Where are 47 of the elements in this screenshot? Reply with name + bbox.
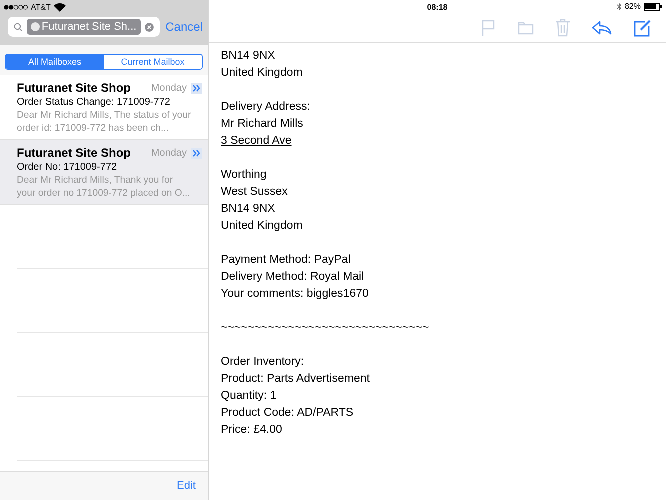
double-chevron-icon bbox=[191, 82, 202, 94]
pin-icon bbox=[30, 22, 40, 32]
body-text: Your comments: biggles1670 bbox=[221, 287, 370, 302]
body-text: Mr Richard Mills bbox=[221, 117, 304, 132]
body-text: Delivery Address: bbox=[221, 100, 312, 115]
body-text: BN14 9NX bbox=[221, 49, 276, 64]
body-text: Order Inventory: bbox=[221, 355, 306, 370]
segment-tab[interactable]: Current Mailbox bbox=[104, 55, 202, 69]
clear-icon[interactable] bbox=[144, 22, 154, 32]
message-item[interactable]: Futuranet Site Shop Monday Order No: 171009-772 Dear Mr Richard Mills, Thank you for your order no 171009-772 placed on O... bbox=[0, 140, 208, 205]
body-text: United Kingdom bbox=[221, 219, 304, 234]
body-text: West Sussex bbox=[221, 185, 289, 200]
reply-icon[interactable] bbox=[592, 21, 612, 35]
bluetooth-icon bbox=[616, 2, 622, 10]
body-text: Payment Method: PayPal bbox=[221, 253, 352, 268]
body-text: Price: £4.00 bbox=[221, 423, 284, 438]
carrier-name: AT&T bbox=[31, 2, 51, 12]
body-text: Product Code: AD/PARTS bbox=[221, 406, 355, 421]
body-text: Delivery Method: Royal Mail bbox=[221, 270, 366, 285]
wifi-icon bbox=[54, 2, 66, 12]
message-date: Monday bbox=[151, 82, 187, 94]
sender-name: Futuranet Site Shop bbox=[17, 81, 132, 95]
message-preview: Dear Mr Richard Mills, Thank you for your order no 171009-772 placed on O... bbox=[17, 174, 192, 200]
message-preview: Dear Mr Richard Mills, The status of your order id: 171009-772 has been ch... bbox=[17, 109, 192, 135]
battery-percent: 82% bbox=[624, 2, 641, 11]
body-text: United Kingdom bbox=[221, 66, 304, 81]
clock-time: 08:18 bbox=[427, 2, 448, 12]
message-subject: Order No: 171009-772 bbox=[17, 162, 118, 173]
body-text: ~~~~~~~~~~~~~~~~~~~~~~~~~~~~~~~ bbox=[221, 321, 430, 336]
body-text: 3 Second Ave bbox=[221, 134, 293, 149]
battery-icon bbox=[644, 2, 662, 10]
search-token[interactable]: Futuranet Site Sh... bbox=[26, 19, 141, 35]
search-field[interactable]: Futuranet Site Sh... bbox=[8, 17, 160, 37]
body-text: Product: Parts Advertisement bbox=[221, 372, 371, 387]
body-text: Quantity: 1 bbox=[221, 389, 278, 404]
signal-icon bbox=[4, 4, 28, 10]
sender-name: Futuranet Site Shop bbox=[17, 146, 132, 160]
search-icon bbox=[14, 22, 23, 32]
edit-button[interactable]: Edit bbox=[171, 479, 202, 493]
message-subject: Order Status Change: 171009-772 bbox=[17, 97, 172, 108]
segment-tab[interactable]: All Mailboxes bbox=[6, 55, 104, 69]
message-date: Monday bbox=[151, 148, 187, 158]
cancel-button[interactable]: Cancel bbox=[166, 20, 203, 34]
double-chevron-icon bbox=[191, 148, 202, 158]
body-text: Worthing bbox=[221, 168, 268, 183]
body-text: BN14 9NX bbox=[221, 202, 276, 217]
compose-icon[interactable] bbox=[634, 19, 652, 37]
